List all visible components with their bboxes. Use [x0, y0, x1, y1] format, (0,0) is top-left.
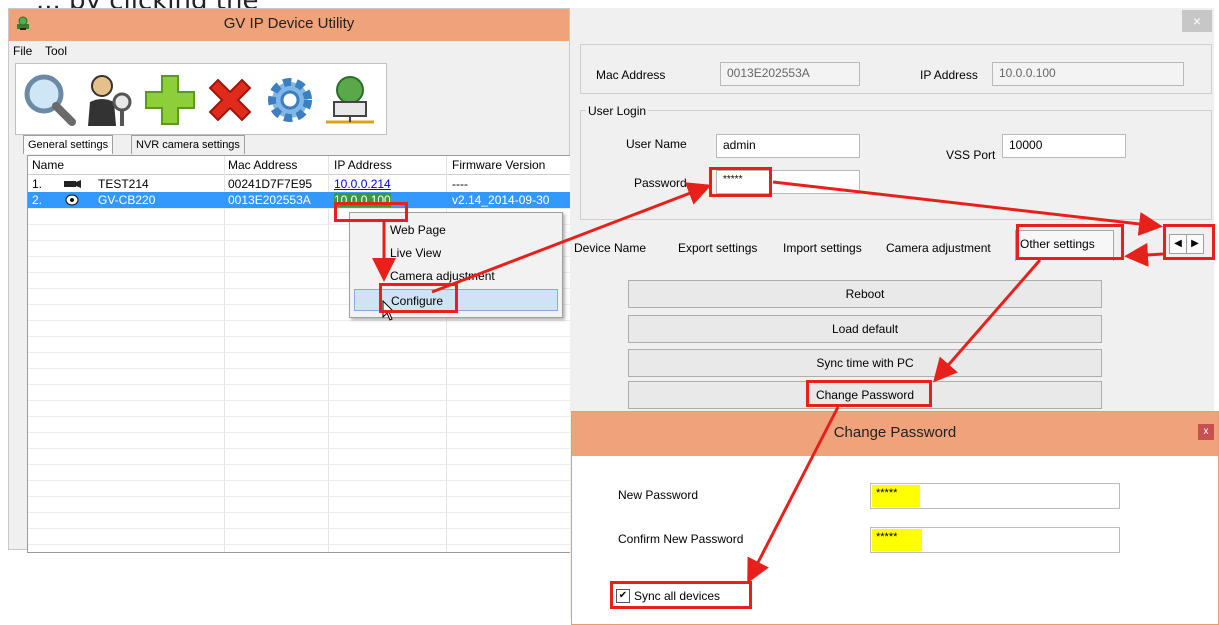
arrow-configure-to-password: [431, 182, 712, 294]
arrow-password-to-tab-arrows: [772, 180, 1163, 236]
arrow-tab-arrows-to-other-settings: [1124, 242, 1164, 267]
arrow-change-password-to-sync-all: [747, 406, 840, 584]
arrow-other-settings-to-change-password: [933, 259, 1042, 383]
annotation-arrows: [372, 180, 1164, 584]
